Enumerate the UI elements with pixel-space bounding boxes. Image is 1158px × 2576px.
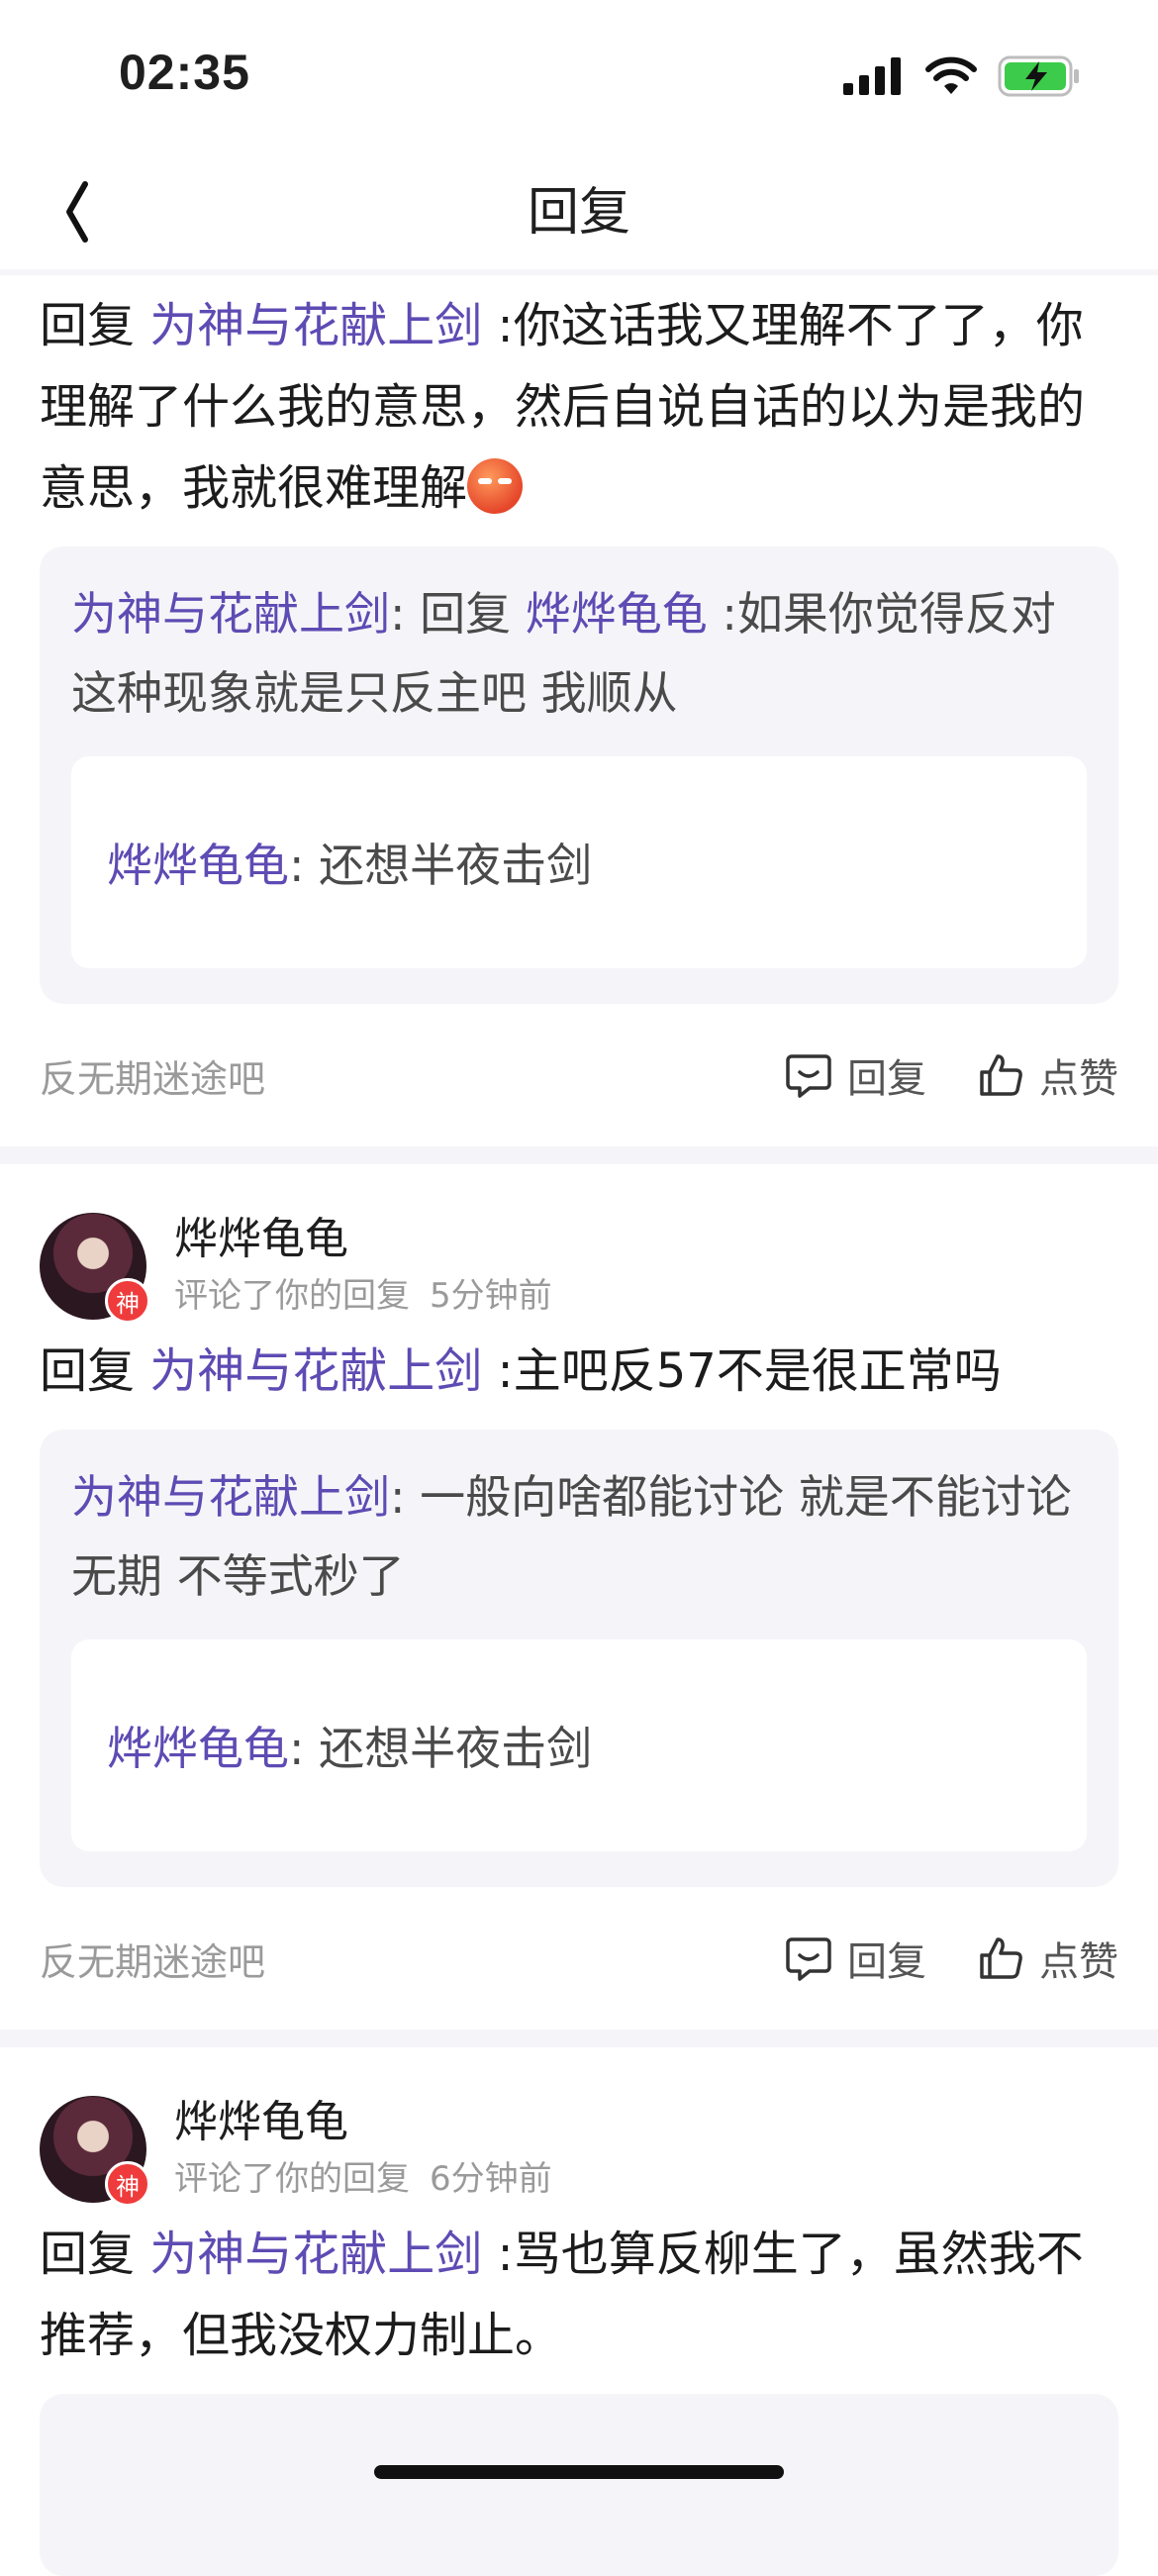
quote-separator: : 回复: [390, 587, 526, 641]
reply-comment[interactable]: 回复 为神与花献上剑 :你这话我又理解不了了，你理解了什么我的意思，然后自说自话…: [40, 275, 1118, 529]
card-footer: 反无期迷途吧 回复 点赞: [40, 1887, 1118, 2030]
reply-prefix: 回复: [40, 2227, 150, 2282]
god-badge: 神: [105, 2161, 150, 2207]
quote-reply-to-username[interactable]: 烨烨龟龟: [526, 587, 708, 641]
avatar[interactable]: 神: [40, 1213, 150, 1324]
original-post[interactable]: 烨烨龟龟: 还想半夜击剑: [71, 1639, 1087, 1851]
author-row[interactable]: 神 烨烨龟龟 评论了你的回复 5分钟前: [40, 1164, 1118, 1324]
original-text: : 还想半夜击剑: [289, 839, 593, 892]
status-time: 02:35: [119, 45, 250, 100]
divider: [0, 1146, 1158, 1164]
reply-comment[interactable]: 回复 为神与花献上剑 :主吧反57不是很正常吗: [40, 1321, 1118, 1412]
comment-icon: [786, 1937, 831, 1981]
reply-button[interactable]: 回复: [784, 1930, 926, 1987]
quote-author[interactable]: 为神与花献上剑: [71, 587, 390, 641]
timestamp: 5分钟前: [430, 1276, 552, 1316]
original-author[interactable]: 烨烨龟龟: [107, 830, 289, 895]
divider: [0, 2030, 1158, 2047]
reply-to-username[interactable]: 为神与花献上剑: [149, 298, 482, 353]
notification-feed: 回复 为神与花献上剑 :你这话我又理解不了了，你理解了什么我的意思，然后自说自话…: [0, 275, 1158, 2576]
nav-bar: 回复: [0, 149, 1158, 269]
original-text: : 还想半夜击剑: [289, 1722, 593, 1775]
author-row[interactable]: 神 烨烨龟龟 评论了你的回复 6分钟前: [40, 2047, 1118, 2207]
forum-name[interactable]: 反无期迷途吧: [40, 1932, 265, 1986]
like-button[interactable]: 点赞: [976, 1046, 1118, 1104]
quoted-comment[interactable]: 为神与花献上剑: 回复 烨烨龟龟 :如果你觉得反对这种现象就是只反主吧 我顺从 …: [40, 546, 1118, 1004]
home-indicator[interactable]: [374, 2465, 784, 2479]
status-bar: 02:35: [0, 0, 1158, 149]
notification-card: 回复 为神与花献上剑 :你这话我又理解不了了，你理解了什么我的意思，然后自说自话…: [0, 275, 1158, 1146]
notification-card: 神 烨烨龟龟 评论了你的回复 6分钟前 回复 为神与花献上剑 :骂也算反柳生了，虽…: [0, 2047, 1158, 2576]
quoted-comment[interactable]: 为神与花献上剑: 一般向啥都能讨论 就是不能讨论无期 不等式秒了 烨烨龟龟: 还…: [40, 1430, 1118, 1887]
comment-text: :主吧反57不是很正常吗: [482, 1343, 1002, 1399]
reply-comment[interactable]: 回复 为神与花献上剑 :骂也算反柳生了，虽然我不推荐，但我没权力制止。: [40, 2204, 1118, 2376]
reply-button[interactable]: 回复: [784, 1046, 926, 1104]
reply-prefix: 回复: [40, 1343, 150, 1399]
avatar[interactable]: 神: [40, 2096, 150, 2207]
original-author[interactable]: 烨烨龟龟: [107, 1713, 289, 1778]
god-badge: 神: [105, 1278, 150, 1324]
author-name[interactable]: 烨烨龟龟: [174, 1212, 552, 1267]
status-icons: [843, 55, 1081, 97]
original-post[interactable]: 烨烨龟龟: 还想半夜击剑: [71, 756, 1087, 968]
thumbs-up-icon: [980, 1054, 1022, 1096]
comment-icon: [786, 1054, 831, 1098]
smirk-emoji-icon: [467, 458, 524, 514]
quote-author[interactable]: 为神与花献上剑: [71, 1470, 390, 1524]
thumbs-up-icon: [980, 1937, 1022, 1979]
reply-prefix: 回复: [40, 298, 150, 353]
author-name[interactable]: 烨烨龟龟: [174, 2095, 552, 2150]
timestamp: 6分钟前: [430, 2159, 552, 2199]
quoted-comment[interactable]: [40, 2394, 1118, 2576]
reply-to-username[interactable]: 为神与花献上剑: [149, 2227, 482, 2282]
signal-icon: [843, 57, 901, 95]
wifi-icon: [925, 56, 977, 94]
like-button[interactable]: 点赞: [976, 1930, 1118, 1987]
reply-to-username[interactable]: 为神与花献上剑: [149, 1343, 482, 1399]
action-text: 评论了你的回复: [174, 1276, 410, 1316]
notification-card: 神 烨烨龟龟 评论了你的回复 5分钟前 回复 为神与花献上剑 :主吧反57不是很正…: [0, 1164, 1158, 2030]
battery-charging-icon: [998, 55, 1079, 97]
page-title: 回复: [527, 183, 630, 243]
forum-name[interactable]: 反无期迷途吧: [40, 1048, 265, 1103]
card-footer: 反无期迷途吧 回复 点赞: [40, 1004, 1118, 1146]
action-text: 评论了你的回复: [174, 2159, 410, 2199]
